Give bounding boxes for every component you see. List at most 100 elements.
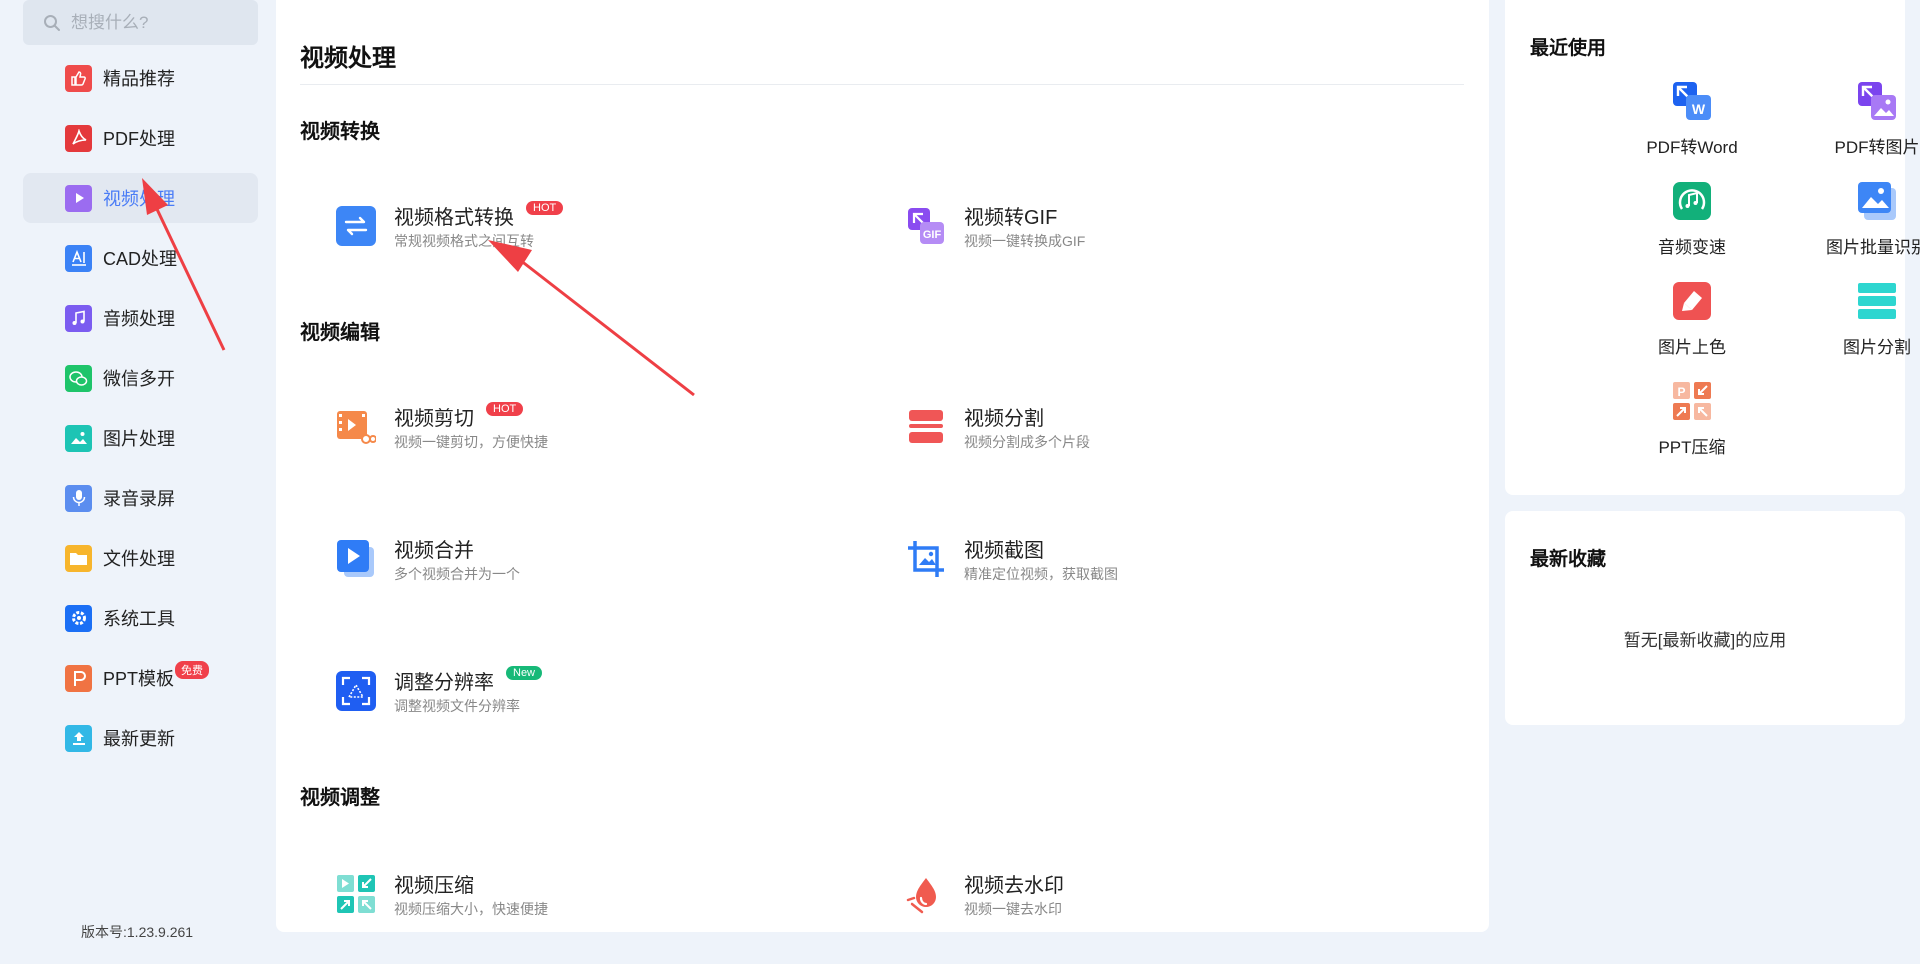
search-box[interactable] [23, 0, 258, 45]
image-batch-ocr-icon [1858, 182, 1896, 220]
tool-description: 视频一键转换成GIF [964, 233, 1086, 249]
sidebar-item-label: 精品推荐 [103, 69, 175, 89]
pdf-to-word-icon: W [1673, 82, 1711, 120]
section-title-convert: 视频转换 [300, 121, 380, 143]
sidebar-item-label: 图片处理 [103, 429, 175, 449]
recent-title: 最近使用 [1530, 38, 1607, 59]
sidebar-item-recommended[interactable]: 精品推荐 [23, 53, 258, 103]
split-icon [906, 407, 946, 447]
watermark-remove-icon [906, 874, 946, 914]
tool-video-split[interactable]: 视频分割 视频分割成多个片段 [906, 403, 1406, 463]
recent-item-label: 音频变速 [1658, 238, 1726, 257]
sidebar-item-label: 最新更新 [103, 729, 175, 749]
section-title-edit: 视频编辑 [300, 322, 380, 344]
sidebar-item-recording[interactable]: 录音录屏 [23, 473, 258, 523]
gif-icon: GIF [906, 206, 946, 246]
tool-name: 视频剪切 [394, 407, 474, 430]
music-note-icon [65, 304, 92, 332]
tool-video-to-gif[interactable]: GIF 视频转GIF 视频一键转换成GIF [906, 202, 1406, 262]
tool-description: 多个视频合并为一个 [394, 566, 520, 582]
sidebar-item-label: 音频处理 [103, 309, 175, 329]
recent-item-image-batch-ocr[interactable]: 图片批量识别 [1797, 181, 1920, 261]
sidebar-item-system[interactable]: 系统工具 [23, 593, 258, 643]
tool-remove-watermark[interactable]: 视频去水印 视频一键去水印 [906, 870, 1406, 930]
divider [300, 84, 1464, 85]
image-colorize-icon [1673, 282, 1711, 320]
main-panel: 视频处理 视频转换 视频格式转换 HOT 常规视频格式之间互转 GIF 视频转G… [276, 0, 1489, 932]
sidebar-item-label: PPT模板 [103, 669, 175, 689]
sidebar-item-ppt[interactable]: PPT模板 免费 [23, 653, 258, 703]
sidebar-nav: 精品推荐 PDF处理 视频处理 CAD处理 音频处理 微信多开 图片处理 录音录… [23, 53, 258, 773]
folder-icon [65, 544, 92, 572]
tool-name: 视频截图 [964, 539, 1044, 562]
convert-arrows-icon [336, 206, 376, 246]
upload-icon [65, 724, 92, 752]
sidebar-item-file[interactable]: 文件处理 [23, 533, 258, 583]
search-input[interactable] [71, 12, 241, 33]
recent-item-pdf-to-word[interactable]: W PDF转Word [1612, 81, 1772, 161]
svg-text:W: W [1692, 101, 1706, 117]
thumbs-up-icon [65, 64, 92, 92]
merge-icon [336, 539, 376, 579]
wechat-icon [65, 364, 92, 392]
audio-speed-icon [1673, 182, 1711, 220]
pdf-to-image-icon [1858, 82, 1896, 120]
tool-video-compress[interactable]: 视频压缩 视频压缩大小，快速便捷 [336, 870, 836, 930]
recent-panel: 最近使用 W PDF转Word PDF转图片 音频变速 图片批量识别 图片上色 … [1505, 0, 1920, 495]
crop-icon [906, 539, 946, 579]
sidebar-item-audio[interactable]: 音频处理 [23, 293, 258, 343]
svg-text:P: P [1677, 385, 1685, 399]
tool-video-cut[interactable]: 视频剪切 HOT 视频一键剪切，方便快捷 [336, 402, 836, 463]
tool-description: 视频一键剪切，方便快捷 [394, 434, 548, 450]
recent-item-label: 图片分割 [1843, 338, 1911, 357]
sidebar: 精品推荐 PDF处理 视频处理 CAD处理 音频处理 [0, 0, 270, 964]
gear-icon [65, 604, 92, 632]
svg-text:GIF: GIF [923, 229, 942, 241]
free-badge: 免费 [175, 661, 209, 679]
recent-item-label: 图片批量识别 [1826, 238, 1920, 257]
tool-description: 视频分割成多个片段 [964, 434, 1090, 450]
sidebar-item-label: 视频处理 [103, 189, 175, 209]
image-split-icon [1858, 283, 1896, 319]
tool-description: 调整视频文件分辨率 [394, 698, 520, 714]
recent-item-label: PDF转Word [1646, 138, 1738, 157]
ppt-compress-icon: P [1673, 382, 1711, 420]
tool-description: 视频压缩大小，快速便捷 [394, 901, 548, 917]
sidebar-item-cad[interactable]: CAD处理 [23, 233, 258, 283]
recent-item-pdf-to-image[interactable]: PDF转图片 [1797, 81, 1920, 161]
tool-video-screenshot[interactable]: 视频截图 精准定位视频，获取截图 [906, 535, 1406, 595]
compress-icon [336, 874, 376, 914]
tool-name: 视频合并 [394, 539, 474, 562]
sidebar-item-label: 系统工具 [103, 609, 175, 629]
tool-name: 视频转GIF [964, 206, 1058, 229]
sidebar-item-video[interactable]: 视频处理 [23, 173, 258, 223]
recent-item-image-colorize[interactable]: 图片上色 [1612, 281, 1772, 361]
tool-adjust-resolution[interactable]: 调整分辨率 New 调整视频文件分辨率 [336, 666, 836, 727]
sidebar-item-label: PDF处理 [103, 129, 175, 149]
sidebar-item-wechat[interactable]: 微信多开 [23, 353, 258, 403]
sidebar-item-label: 文件处理 [103, 549, 175, 569]
sidebar-item-updates[interactable]: 最新更新 [23, 713, 258, 763]
sidebar-item-pdf[interactable]: PDF处理 [23, 113, 258, 163]
recent-item-image-split[interactable]: 图片分割 [1797, 281, 1920, 361]
sidebar-item-label: 微信多开 [103, 369, 175, 389]
tool-video-merge[interactable]: 视频合并 多个视频合并为一个 [336, 535, 836, 595]
resolution-icon [336, 671, 376, 711]
tool-video-format-convert[interactable]: 视频格式转换 HOT 常规视频格式之间互转 [336, 201, 836, 262]
sidebar-item-image[interactable]: 图片处理 [23, 413, 258, 463]
hot-badge: HOT [486, 402, 524, 416]
microphone-icon [65, 484, 92, 512]
sidebar-item-label: 录音录屏 [103, 489, 175, 509]
recent-item-label: 图片上色 [1658, 338, 1726, 357]
pdf-icon [65, 124, 92, 152]
favorites-panel: 最新收藏 暂无[最新收藏]的应用 [1505, 511, 1905, 725]
play-icon [65, 184, 92, 212]
tool-description: 视频一键去水印 [964, 901, 1062, 917]
recent-item-audio-speed[interactable]: 音频变速 [1612, 181, 1772, 261]
hot-badge: HOT [526, 201, 564, 215]
new-badge: New [506, 666, 543, 680]
tool-name: 调整分辨率 [394, 671, 494, 694]
tool-description: 精准定位视频，获取截图 [964, 566, 1118, 582]
tool-description: 常规视频格式之间互转 [394, 233, 534, 249]
recent-item-ppt-compress[interactable]: P PPT压缩 [1612, 381, 1772, 461]
